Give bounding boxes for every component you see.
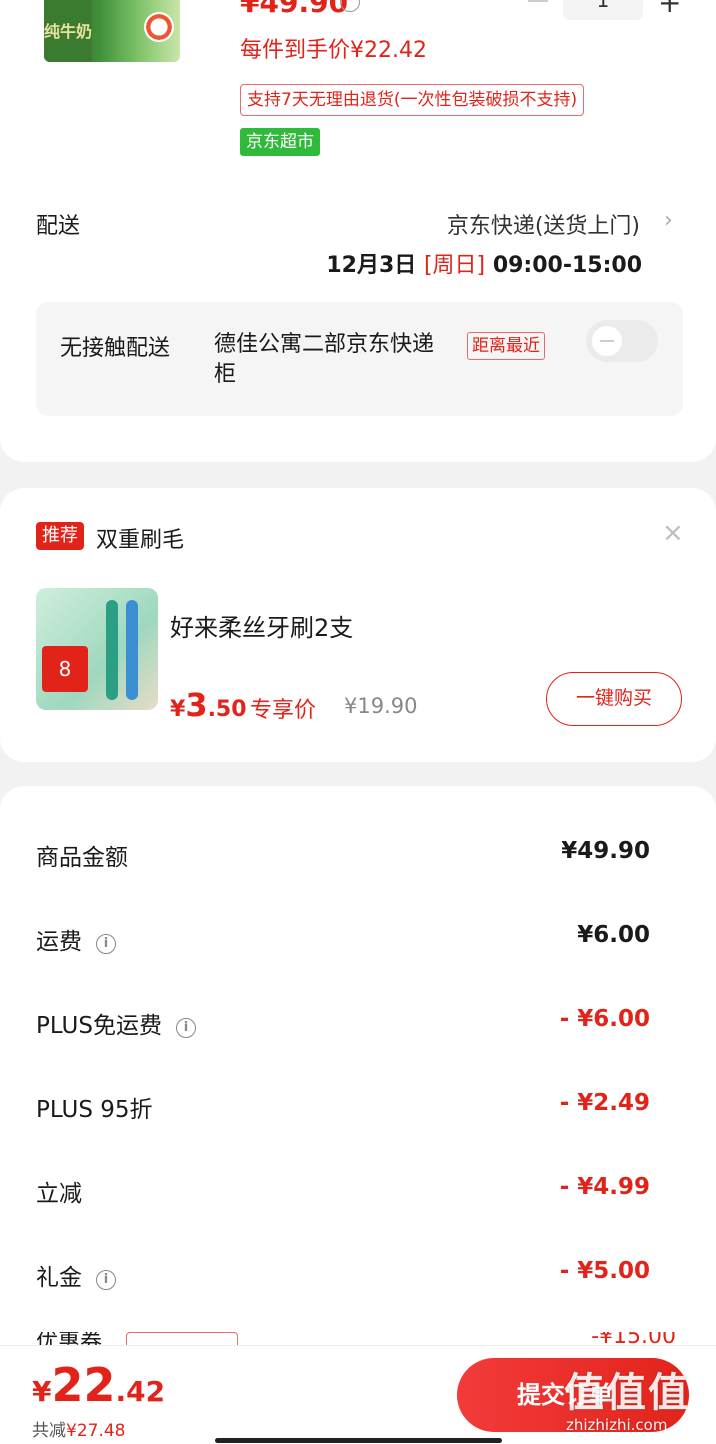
- one-click-buy-button[interactable]: 一键购买: [546, 672, 682, 726]
- recommend-product-name[interactable]: 好来柔丝牙刷2支: [170, 608, 353, 643]
- row-value: - ¥5.00: [559, 1258, 650, 1284]
- product-card: 纯牛奶 ¥49.90 1 + 每件到手价¥22.42 支持7天无理由退货(一次性…: [0, 0, 716, 462]
- coupon-value: -¥15.00: [591, 1332, 676, 1346]
- row-label: PLUS 95折: [36, 1097, 153, 1123]
- summary-row: 立减 - ¥4.99: [36, 1168, 650, 1208]
- close-icon[interactable]: ×: [662, 518, 684, 548]
- summary-row: 运费 i ¥6.00: [36, 916, 650, 956]
- coupon-row-partial[interactable]: 优惠券 -¥15.00: [36, 1332, 676, 1346]
- sale-label: 8: [42, 646, 88, 692]
- locker-address: 德佳公寓二部京东快递柜: [214, 332, 435, 387]
- store-tag: 京东超市: [240, 128, 320, 156]
- toggle-knob: [592, 326, 622, 356]
- unit-price: 每件到手价¥22.42: [240, 38, 427, 63]
- savings-value: ¥27.48: [66, 1421, 126, 1441]
- row-label: 礼金 i: [36, 1258, 116, 1292]
- product-image-label: 纯牛奶: [44, 0, 92, 62]
- product-image[interactable]: 纯牛奶: [44, 0, 180, 62]
- total-savings: 共减¥27.48: [32, 1416, 125, 1441]
- product-price: ¥49.90: [240, 0, 349, 19]
- return-policy-tag: 支持7天无理由退货(一次性包装破损不支持): [240, 84, 585, 116]
- price-decimal: .50: [207, 697, 247, 722]
- exclusive-price-label: 专享价: [250, 698, 317, 723]
- row-label: 商品金额: [36, 845, 128, 871]
- delivery-window: 09:00-15:00: [492, 253, 642, 278]
- row-label-text: 礼金: [36, 1265, 82, 1291]
- summary-row: PLUS免运费 i - ¥6.00: [36, 1000, 650, 1040]
- watermark-logo: 值值值: [564, 1370, 690, 1416]
- watermark-url: zhizhizhi.com: [566, 1416, 668, 1434]
- chevron-right-icon[interactable]: ›: [664, 208, 673, 233]
- home-indicator[interactable]: [215, 1438, 502, 1443]
- german-flag-icon: [144, 12, 174, 42]
- contactless-label: 无接触配送: [60, 336, 171, 361]
- contactless-delivery-panel: 无接触配送 德佳公寓二部京东快递柜 距离最近: [36, 302, 683, 416]
- recommend-badge: 推荐: [36, 522, 84, 550]
- contactless-toggle[interactable]: [586, 320, 658, 362]
- recommend-title: 双重刷毛: [96, 528, 185, 553]
- total-integer: 22: [51, 1358, 116, 1412]
- row-value: ¥6.00: [577, 922, 650, 948]
- recommend-product-image[interactable]: 8: [36, 588, 158, 710]
- currency-symbol: ¥: [170, 697, 186, 722]
- original-price: ¥19.90: [344, 694, 418, 718]
- recommend-price: ¥3.50: [170, 686, 247, 724]
- row-value: - ¥2.49: [559, 1090, 650, 1116]
- recommendation-card: 推荐 双重刷毛 × 8 好来柔丝牙刷2支 ¥3.50 专享价 ¥19.90 一键…: [0, 488, 716, 762]
- row-label: PLUS免运费 i: [36, 1006, 196, 1040]
- toothbrush-shape: [106, 600, 118, 700]
- quantity-minus-button[interactable]: [528, 0, 548, 2]
- info-icon[interactable]: i: [175, 1018, 196, 1038]
- row-value: - ¥6.00: [559, 1006, 650, 1032]
- total-price: ¥22.42: [32, 1358, 165, 1412]
- toothbrush-shape: [126, 600, 138, 700]
- row-label: 立减: [36, 1181, 82, 1207]
- row-value: ¥49.90: [561, 838, 650, 864]
- total-decimal: .42: [115, 1375, 166, 1408]
- currency-symbol: ¥: [32, 1375, 52, 1408]
- shipping-label: 配送: [36, 214, 81, 239]
- delivery-weekday: [周日]: [423, 253, 486, 278]
- row-value: - ¥4.99: [559, 1174, 650, 1200]
- summary-row: 礼金 i - ¥5.00: [36, 1252, 650, 1292]
- delivery-time[interactable]: 12月3日 [周日] 09:00-15:00: [326, 247, 642, 279]
- row-label-text: 运费: [36, 929, 82, 955]
- delivery-date: 12月3日: [326, 253, 417, 278]
- quantity-input[interactable]: 1: [563, 0, 643, 20]
- nearest-tag: 距离最近: [467, 332, 545, 360]
- info-icon[interactable]: i: [96, 1270, 116, 1290]
- savings-prefix: 共减: [32, 1421, 66, 1441]
- row-label-text: PLUS免运费: [36, 1013, 162, 1039]
- coupon-tag: [126, 1332, 238, 1346]
- price-integer: 3: [185, 686, 208, 724]
- coupon-label: 优惠券: [36, 1332, 103, 1346]
- summary-row: PLUS 95折 - ¥2.49: [36, 1084, 650, 1124]
- row-label: 运费 i: [36, 922, 116, 956]
- quantity-plus-button[interactable]: +: [658, 0, 681, 19]
- info-icon[interactable]: i: [96, 934, 116, 954]
- summary-row: 商品金额 ¥49.90: [36, 832, 650, 872]
- shipping-method[interactable]: 京东快递(送货上门): [447, 208, 640, 240]
